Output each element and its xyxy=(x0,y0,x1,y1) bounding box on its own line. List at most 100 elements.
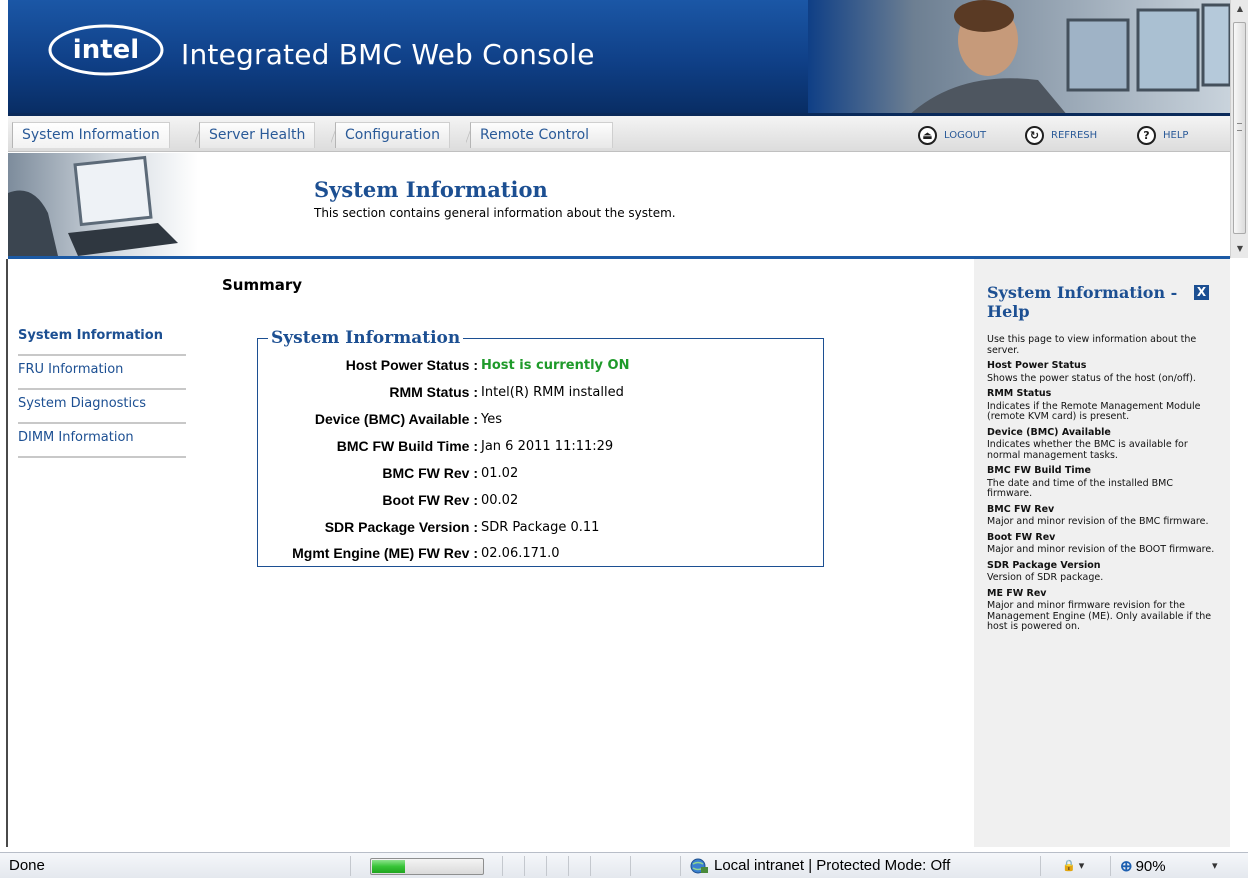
info-box-title: System Information xyxy=(268,328,464,348)
field-label: SDR Package Version : xyxy=(324,519,478,535)
page-description: This section contains general informatio… xyxy=(314,206,676,220)
help-text: Major and minor firmware revision for th… xyxy=(987,600,1212,632)
security-zone[interactable]: Local intranet | Protected Mode: Off xyxy=(690,857,950,874)
frame-border xyxy=(6,259,8,847)
nav-bar: System Information Server Health Configu… xyxy=(8,116,1230,152)
status-separator xyxy=(630,856,631,876)
help-body: Use this page to view information about … xyxy=(987,334,1219,633)
help-panel: System Information - Help X Use this pag… xyxy=(974,259,1230,847)
help-text: Shows the power status of the host (on/o… xyxy=(987,372,1196,384)
scroll-grip-icon xyxy=(1237,123,1242,131)
help-heading: Device (BMC) Available xyxy=(987,426,1111,438)
zoom-icon: ⊕ xyxy=(1120,858,1133,875)
scroll-down-icon[interactable]: ▼ xyxy=(1235,244,1245,254)
status-separator xyxy=(502,856,503,876)
help-title: System Information - Help xyxy=(987,283,1178,321)
sidebar-item-fru-information[interactable]: FRU Information xyxy=(18,356,186,390)
scroll-up-icon[interactable]: ▲ xyxy=(1235,4,1245,14)
logout-label: LOGOUT xyxy=(944,129,987,141)
sdr-package-version-value: SDR Package 0.11 xyxy=(481,520,600,535)
field-label: BMC FW Build Time : xyxy=(336,438,478,454)
sidebar-item-system-information[interactable]: System Information xyxy=(18,322,186,356)
scroll-thumb[interactable] xyxy=(1233,22,1246,234)
sidebar-item-dimm-information[interactable]: DIMM Information xyxy=(18,424,186,458)
zoom-dropdown-icon[interactable]: ▾ xyxy=(1212,859,1218,872)
row-host-power-status: Host Power Status : Host is currently ON xyxy=(258,357,823,377)
summary-heading: Summary xyxy=(222,276,303,294)
field-label: BMC FW Rev : xyxy=(382,465,478,481)
progress-bar xyxy=(370,858,484,875)
tab-remote-control[interactable]: Remote Control xyxy=(466,122,613,148)
refresh-icon: ↻ xyxy=(1025,125,1044,145)
sidebar-item-system-diagnostics[interactable]: System Diagnostics xyxy=(18,390,186,424)
boot-fw-rev-value: 00.02 xyxy=(481,493,519,508)
bmc-build-time-value: Jan 6 2011 11:11:29 xyxy=(481,439,614,454)
help-intro: Use this page to view information about … xyxy=(987,334,1197,356)
system-information-box: System Information Host Power Status : H… xyxy=(257,328,824,567)
logout-link[interactable]: ⏏ LOGOUT xyxy=(918,124,986,146)
row-device-available: Device (BMC) Available : Yes xyxy=(258,411,823,431)
status-separator xyxy=(1040,856,1041,876)
host-power-status-value: Host is currently ON xyxy=(481,358,630,373)
status-separator xyxy=(546,856,547,876)
top-banner: intel Integrated BMC Web Console xyxy=(8,0,1230,116)
logout-icon: ⏏ xyxy=(918,125,937,145)
help-heading: RMM Status xyxy=(987,388,1052,399)
svg-text:intel: intel xyxy=(73,35,139,65)
zoom-control[interactable]: ⊕ 90% xyxy=(1120,857,1166,876)
help-text: Indicates if the Remote Management Modul… xyxy=(987,400,1201,422)
console-title: Integrated BMC Web Console xyxy=(181,38,595,71)
refresh-link[interactable]: ↻ REFRESH xyxy=(1025,124,1097,146)
intel-logo: intel xyxy=(48,24,164,76)
row-bmc-fw-rev: BMC FW Rev : 01.02 xyxy=(258,465,823,485)
section-header-photo xyxy=(8,153,198,256)
row-boot-fw-rev: Boot FW Rev : 00.02 xyxy=(258,492,823,512)
zoom-level: 90% xyxy=(1135,857,1166,875)
section-header: System Information This section contains… xyxy=(8,153,1230,256)
row-me-fw-rev: Mgmt Engine (ME) FW Rev : 02.06.171.0 xyxy=(258,545,823,565)
help-heading: BMC FW Build Time xyxy=(987,465,1091,476)
help-text: Major and minor revision of the BOOT fir… xyxy=(987,544,1215,555)
status-separator xyxy=(524,856,525,876)
row-bmc-build-time: BMC FW Build Time : Jan 6 2011 11:11:29 xyxy=(258,438,823,458)
zone-label: Local intranet | Protected Mode: Off xyxy=(714,857,951,874)
help-text: Indicates whether the BMC is available f… xyxy=(987,439,1188,461)
help-label: HELP xyxy=(1163,129,1189,141)
help-heading: BMC FW Rev xyxy=(987,503,1055,515)
field-label: Device (BMC) Available : xyxy=(314,411,478,427)
progress-fill xyxy=(372,860,405,873)
row-sdr-package-version: SDR Package Version : SDR Package 0.11 xyxy=(258,519,823,539)
status-separator xyxy=(568,856,569,876)
status-separator xyxy=(590,856,591,876)
field-label: Boot FW Rev : xyxy=(382,492,478,508)
intranet-globe-icon xyxy=(690,858,708,873)
help-text: Major and minor revision of the BMC firm… xyxy=(987,516,1209,527)
bmc-fw-rev-value: 01.02 xyxy=(481,466,519,481)
status-separator xyxy=(1110,856,1111,876)
status-text: Done xyxy=(9,857,45,874)
privacy-icon[interactable]: 🔒 ▾ xyxy=(1062,859,1084,872)
help-heading: ME FW Rev xyxy=(987,587,1047,599)
field-label: Host Power Status : xyxy=(345,357,478,373)
tab-system-information[interactable]: System Information xyxy=(12,122,170,148)
field-label: Mgmt Engine (ME) FW Rev : xyxy=(292,545,478,561)
device-available-value: Yes xyxy=(481,412,502,427)
rmm-status-value: Intel(R) RMM installed xyxy=(481,385,624,400)
help-text: Version of SDR package. xyxy=(987,572,1104,583)
close-help-button[interactable]: X xyxy=(1194,285,1209,300)
me-fw-rev-value: 02.06.171.0 xyxy=(481,546,560,561)
help-link[interactable]: ? HELP xyxy=(1137,124,1188,146)
help-icon: ? xyxy=(1137,125,1156,145)
status-separator xyxy=(350,856,351,876)
refresh-label: REFRESH xyxy=(1051,129,1098,141)
field-label: RMM Status : xyxy=(389,384,478,400)
sidebar-menu: System Information FRU Information Syste… xyxy=(18,322,186,458)
banner-photo xyxy=(808,0,1230,116)
row-rmm-status: RMM Status : Intel(R) RMM installed xyxy=(258,384,823,404)
vertical-scrollbar[interactable]: ▲ ▼ xyxy=(1230,0,1248,258)
tab-server-health[interactable]: Server Health xyxy=(194,122,316,148)
tab-configuration[interactable]: Configuration xyxy=(331,122,450,148)
browser-window: intel Integrated BMC Web Console System … xyxy=(0,0,1248,878)
browser-status-bar: Done Local intranet | Protected Mode: Of… xyxy=(0,852,1248,878)
help-heading: Host Power Status xyxy=(987,360,1087,371)
